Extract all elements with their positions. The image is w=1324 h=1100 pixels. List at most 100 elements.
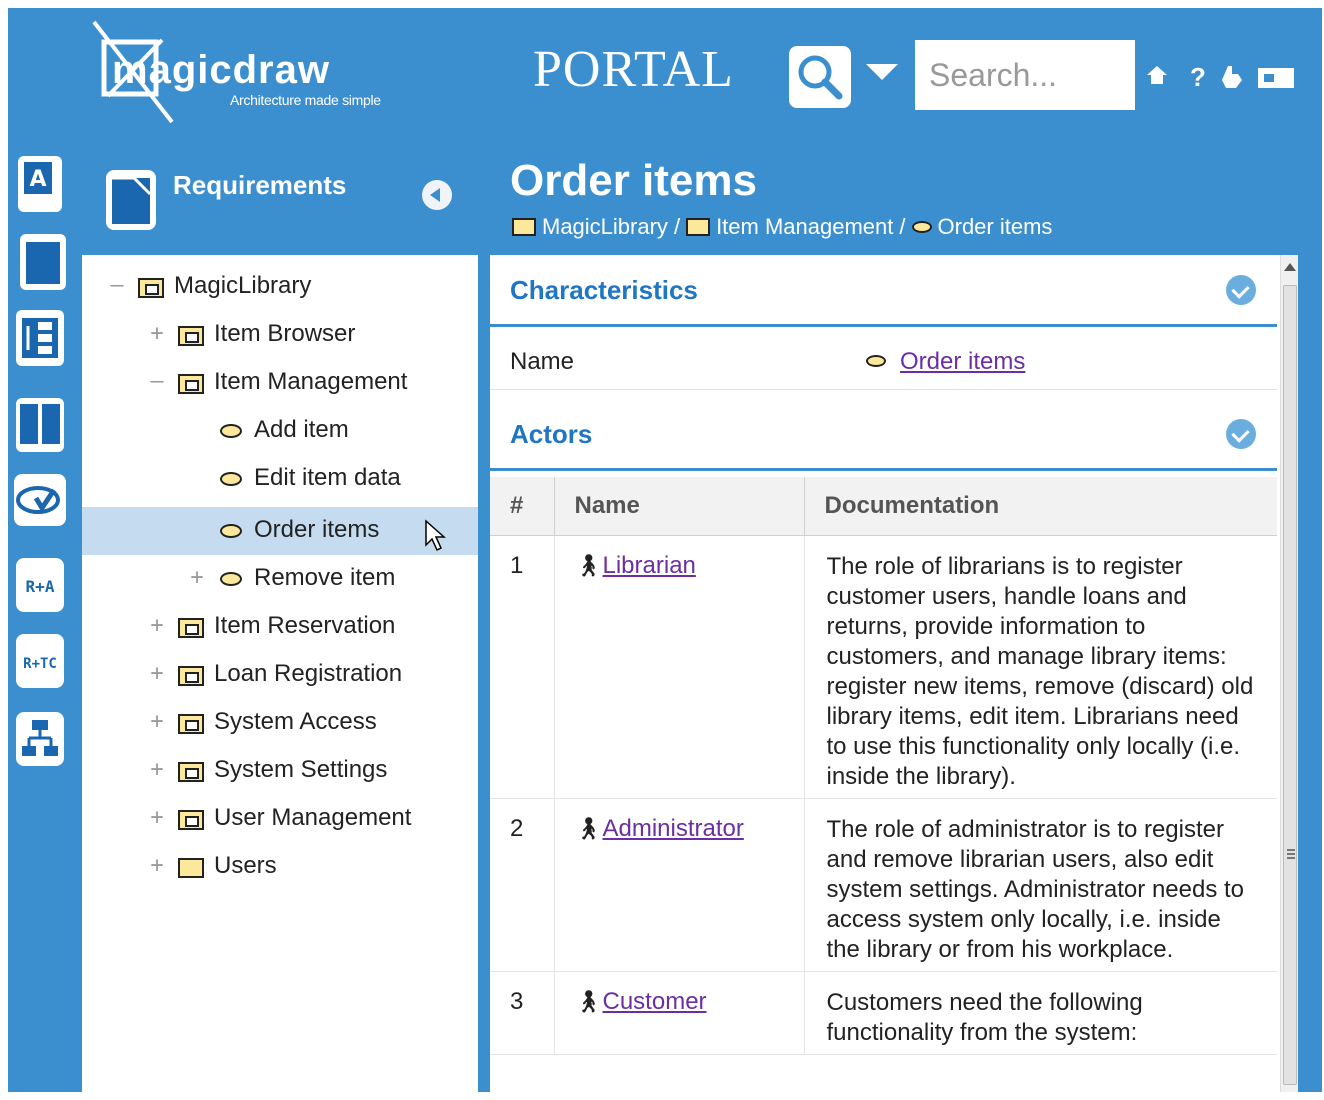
column-header[interactable]: # <box>490 477 555 536</box>
sidebar-button-r-a[interactable]: R+A <box>8 552 72 618</box>
tree-item[interactable]: + Item Browser <box>82 311 478 359</box>
actor-cell: 🚶︎Customer <box>554 971 805 1055</box>
sidebar-button-usecase[interactable] <box>8 468 72 534</box>
package-icon <box>178 810 204 830</box>
characteristic-value-link[interactable]: Order items <box>900 348 1025 376</box>
table-header-row: # Name Documentation <box>490 477 1277 536</box>
tree-item[interactable]: + Item Reservation <box>82 603 478 651</box>
r-tc-icon: R+TC <box>16 634 64 688</box>
documentation-cell: The role of administrator is to register… <box>804 798 1277 972</box>
breadcrumb-separator: / <box>673 214 681 239</box>
sidebar-button-hierarchy[interactable] <box>8 306 72 372</box>
tree-toggle-icon[interactable]: + <box>148 663 166 685</box>
package-icon <box>178 666 204 686</box>
tree-toggle-icon[interactable]: + <box>148 711 166 733</box>
usecase-check-icon <box>14 474 66 526</box>
breadcrumb-link[interactable]: MagicLibrary <box>542 214 668 240</box>
tree-item-label: MagicLibrary <box>174 272 312 299</box>
tree-item[interactable]: + System Settings <box>82 747 478 795</box>
characteristics-section-header[interactable]: Characteristics <box>490 255 1277 327</box>
sidebar-button-r-tc[interactable]: R+TC <box>8 628 72 694</box>
r-tc-label: R+TC <box>23 656 57 672</box>
r-a-label: R+A <box>26 577 55 596</box>
tree-toggle-icon[interactable]: – <box>148 371 166 393</box>
characteristic-row: Name Order items <box>490 330 1277 390</box>
sidebar-button-book[interactable] <box>8 392 72 458</box>
actors-section-header[interactable]: Actors <box>490 399 1277 471</box>
usecase-icon <box>911 221 932 233</box>
column-header[interactable]: Documentation <box>804 477 1277 536</box>
package-icon <box>178 326 204 346</box>
tree-item[interactable]: + Loan Registration <box>82 651 478 699</box>
search-button[interactable] <box>789 46 851 108</box>
tree-item-label: Item Browser <box>214 320 356 347</box>
chevron-down-icon[interactable] <box>1226 419 1256 449</box>
tree-item[interactable]: Edit item data <box>82 455 478 503</box>
package-icon <box>178 374 204 394</box>
book-icon <box>16 398 64 452</box>
help-icon[interactable]: ? <box>1190 64 1206 90</box>
column-header[interactable]: Name <box>554 477 805 536</box>
usecase-icon <box>220 424 242 438</box>
row-number: 1 <box>490 535 555 799</box>
tree-item[interactable]: + System Access <box>82 699 478 747</box>
tree-toggle-icon[interactable]: + <box>148 615 166 637</box>
actor-icon: 🚶︎ <box>574 988 603 1014</box>
tree-item-selected[interactable]: Order items <box>82 507 478 555</box>
tree-toggle-icon[interactable]: + <box>188 567 206 589</box>
breadcrumb-link[interactable]: Item Management <box>716 214 893 240</box>
actor-link[interactable]: Administrator <box>603 815 744 842</box>
home-icon[interactable] <box>1146 64 1168 90</box>
package-icon <box>178 618 204 638</box>
actor-cell: 🚶︎Administrator <box>554 798 805 972</box>
hierarchy-icon <box>16 310 64 366</box>
tree-item-label: Loan Registration <box>214 660 403 687</box>
usecase-icon <box>220 524 242 538</box>
breadcrumb-separator: / <box>899 214 906 239</box>
tree-item[interactable]: – MagicLibrary <box>82 263 478 311</box>
tree-item-label: Item Reservation <box>214 612 396 639</box>
tree-item-label: Users <box>214 852 277 879</box>
mouse-cursor-icon <box>424 519 448 553</box>
section-title: Actors <box>510 419 593 449</box>
torn-edge <box>0 1092 1324 1100</box>
tree-toggle-icon[interactable]: – <box>108 275 126 297</box>
tree-item-label: System Access <box>214 708 377 735</box>
row-number: 2 <box>490 798 555 972</box>
actor-link[interactable]: Customer <box>603 988 707 1015</box>
chevron-down-icon[interactable] <box>1226 275 1256 305</box>
tree-item[interactable]: + User Management <box>82 795 478 843</box>
document-icon <box>20 234 66 290</box>
card-icon[interactable] <box>1256 64 1296 94</box>
tree-toggle-icon[interactable]: + <box>148 759 166 781</box>
chevron-down-icon[interactable] <box>866 64 898 80</box>
tree-toggle-icon[interactable]: + <box>148 323 166 345</box>
page-title: Order items <box>510 156 757 205</box>
tree-item[interactable]: + Remove item <box>82 555 478 603</box>
actor-link[interactable]: Librarian <box>603 552 696 579</box>
sidebar-button-document-a[interactable]: A <box>8 152 72 218</box>
search-input[interactable] <box>915 40 1135 110</box>
tree-item-label: Item Management <box>214 368 408 395</box>
vertical-scrollbar[interactable] <box>1280 255 1298 1092</box>
collapse-panel-button[interactable] <box>422 180 452 210</box>
portal-title: PORTAL <box>533 41 734 98</box>
usecase-icon <box>220 572 242 586</box>
search-icon <box>798 55 843 100</box>
tree-item[interactable]: + Users <box>82 843 478 891</box>
tree-item[interactable]: – Item Management <box>82 359 478 407</box>
sidebar-button-org-chart[interactable] <box>8 706 72 772</box>
r-a-icon: R+A <box>16 558 64 612</box>
tree-toggle-icon[interactable]: + <box>148 807 166 829</box>
tree-toggle-icon[interactable]: + <box>148 855 166 877</box>
content-panel: Characteristics Name Order items Actors … <box>490 255 1298 1092</box>
scroll-up-arrow-icon[interactable] <box>1284 263 1296 271</box>
scrollbar-thumb[interactable] <box>1283 285 1297 1085</box>
table-row: 3 🚶︎Customer Customers need the followin… <box>490 971 1277 1055</box>
tree-item[interactable]: Add item <box>82 407 478 455</box>
hand-icon[interactable] <box>1220 64 1244 94</box>
section-title: Characteristics <box>510 275 698 305</box>
sidebar-button-documents[interactable] <box>8 230 72 296</box>
documentation-cell: Customers need the following functionali… <box>804 971 1277 1055</box>
tree-item-label: Add item <box>254 416 349 443</box>
